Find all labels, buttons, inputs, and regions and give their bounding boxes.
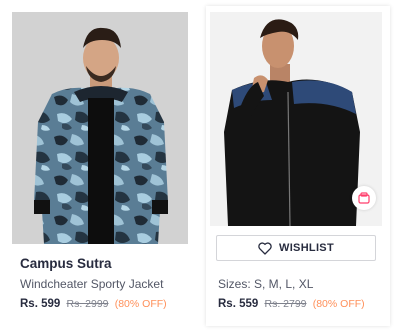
heart-icon	[258, 241, 272, 255]
product-discount: (80% OFF)	[312, 298, 365, 310]
view-similar-button[interactable]	[352, 186, 376, 210]
product-discount: (80% OFF)	[114, 298, 167, 310]
product-sizes: Sizes: S, M, L, XL	[218, 277, 314, 291]
product-price: Rs. 559	[218, 298, 259, 310]
product-price: Rs. 599	[20, 298, 61, 310]
camo-jacket-photo	[12, 12, 188, 244]
product-brand: Campus Sutra	[20, 256, 112, 271]
view-similar-icon	[358, 192, 370, 204]
product-mrp: Rs. 2999	[66, 298, 109, 310]
product-card[interactable]: Campus Sutra Windcheater Sporty Jacket R…	[8, 6, 192, 326]
product-card-hovered[interactable]: WISHLIST Sizes: S, M, L, XL Rs. 559 Rs. …	[206, 6, 390, 326]
product-name: Windcheater Sporty Jacket	[20, 277, 164, 291]
product-image[interactable]	[12, 12, 188, 244]
product-grid: Campus Sutra Windcheater Sporty Jacket R…	[0, 0, 400, 331]
wishlist-label: WISHLIST	[279, 242, 334, 254]
product-mrp: Rs. 2799	[264, 298, 307, 310]
price-row: Rs. 559 Rs. 2799 (80% OFF)	[218, 298, 365, 310]
price-row: Rs. 599 Rs. 2999 (80% OFF)	[20, 298, 167, 310]
wishlist-button[interactable]: WISHLIST	[216, 235, 376, 261]
